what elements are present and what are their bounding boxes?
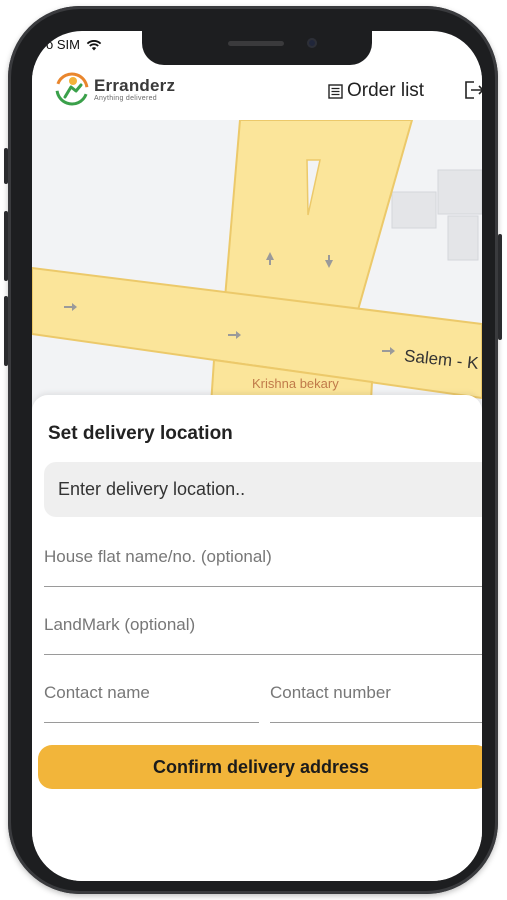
carrier-label: o SIM (46, 37, 80, 52)
speaker-grille (228, 41, 284, 46)
status-bar: o SIM (46, 37, 102, 52)
logo-name: Erranderz (94, 76, 176, 95)
house-input[interactable] (44, 547, 482, 567)
power-button (498, 234, 502, 340)
map-view[interactable]: Salem - K Krishna bekary (32, 120, 482, 420)
place-label[interactable]: Krishna bekary (252, 376, 339, 391)
delivery-location-input[interactable] (56, 478, 482, 501)
delivery-location-sheet: Set delivery location Confirm delivery a… (32, 395, 482, 881)
list-icon (328, 83, 343, 99)
house-field (44, 533, 482, 587)
contact-number-input[interactable] (270, 683, 482, 703)
order-list-button[interactable]: Order list (328, 80, 424, 102)
landmark-field (44, 601, 482, 655)
front-camera (307, 38, 317, 48)
volume-up-button (4, 211, 8, 281)
app-logo[interactable]: Erranderz Anything delivered (54, 71, 175, 107)
app-header: Erranderz Anything delivered Order list (32, 65, 482, 120)
erranderz-logo-icon (55, 72, 89, 106)
contact-name-field (44, 669, 259, 723)
wifi-icon (86, 39, 102, 50)
notch (142, 31, 372, 65)
phone-frame: o SIM Erranderz Anything delivered Order… (4, 6, 502, 894)
volume-down-button (4, 296, 8, 366)
order-list-label: Order list (347, 80, 425, 101)
delivery-location-search[interactable] (44, 462, 482, 517)
contact-number-field (270, 669, 482, 723)
map-canvas (32, 120, 482, 420)
logo-tagline: Anything delivered (94, 95, 157, 102)
logout-icon[interactable] (464, 81, 482, 99)
sheet-title: Set delivery location (48, 423, 233, 444)
screen: o SIM Erranderz Anything delivered Order… (32, 31, 482, 881)
contact-name-input[interactable] (44, 683, 259, 703)
mute-switch (4, 148, 8, 184)
landmark-input[interactable] (44, 615, 482, 635)
confirm-delivery-address-button[interactable]: Confirm delivery address (38, 745, 482, 789)
